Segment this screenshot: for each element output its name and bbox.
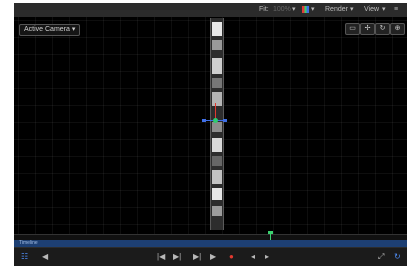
pan-icon[interactable]: ✢ [360,23,375,35]
orbit-icon[interactable]: ↻ [375,23,390,35]
goto-start-icon[interactable]: |◀ [157,252,165,262]
viewer-toolbar: Fit: 100% ▾ ▾ Render ▾ View ▾ ≡ [14,3,407,17]
film-frame [212,206,222,216]
render-chevron-icon[interactable]: ▾ [350,5,354,15]
film-frame [212,78,222,88]
x-axis-right-cap-icon[interactable] [223,119,227,122]
film-frame [212,22,222,36]
view-chevron-icon[interactable]: ▾ [382,5,386,15]
back-icon[interactable]: ◀ [42,252,48,262]
z-axis-handle[interactable] [213,118,218,123]
viewer-window: Fit: 100% ▾ ▾ Render ▾ View ▾ ≡ Active C… [14,3,407,266]
channels-chevron-icon[interactable]: ▾ [311,5,315,15]
film-frame [212,188,222,200]
filmstrip-object[interactable] [210,18,224,230]
film-frame [212,156,222,166]
record-icon[interactable]: ● [229,252,234,262]
layers-menu-icon[interactable]: ≡ [394,5,398,15]
film-frame [212,138,222,152]
layers-toggle-icon[interactable]: ☷ [21,252,28,262]
channels-icon[interactable] [302,6,309,13]
expand-icon[interactable]: ⤢ [378,252,384,262]
prev-frame-icon[interactable]: ◂ [251,252,255,262]
film-frame [212,58,222,74]
camera-view-icon[interactable]: ▭ [345,23,360,35]
film-frame [212,170,222,184]
play-icon[interactable]: ▶ [210,252,216,262]
fit-label: Fit: [259,6,269,13]
step-back-icon[interactable]: ▶| [173,252,181,262]
fit-chevron-icon[interactable]: ▾ [292,5,296,15]
fit-value[interactable]: 100% [273,5,291,15]
dolly-icon[interactable]: ⊕ [390,23,405,35]
film-frame [212,92,222,106]
film-frame [212,122,222,132]
transport-bar: ☷ ◀ |◀ ▶| ▶| ▶ ● ◂ ▸ ⤢ ↻ [14,247,407,266]
render-menu[interactable]: Render [325,5,348,15]
x-axis-left-cap-icon[interactable] [202,119,206,122]
goto-end-icon[interactable]: ▶| [193,252,201,262]
timeline-track[interactable]: Timeline [14,240,407,247]
loop-icon[interactable]: ↻ [394,252,401,262]
next-frame-icon[interactable]: ▸ [265,252,269,262]
y-axis-handle[interactable] [215,103,216,119]
view-menu[interactable]: View [364,5,379,15]
film-frame [212,40,222,50]
camera-dropdown[interactable]: Active Camera ▾ [19,24,81,36]
